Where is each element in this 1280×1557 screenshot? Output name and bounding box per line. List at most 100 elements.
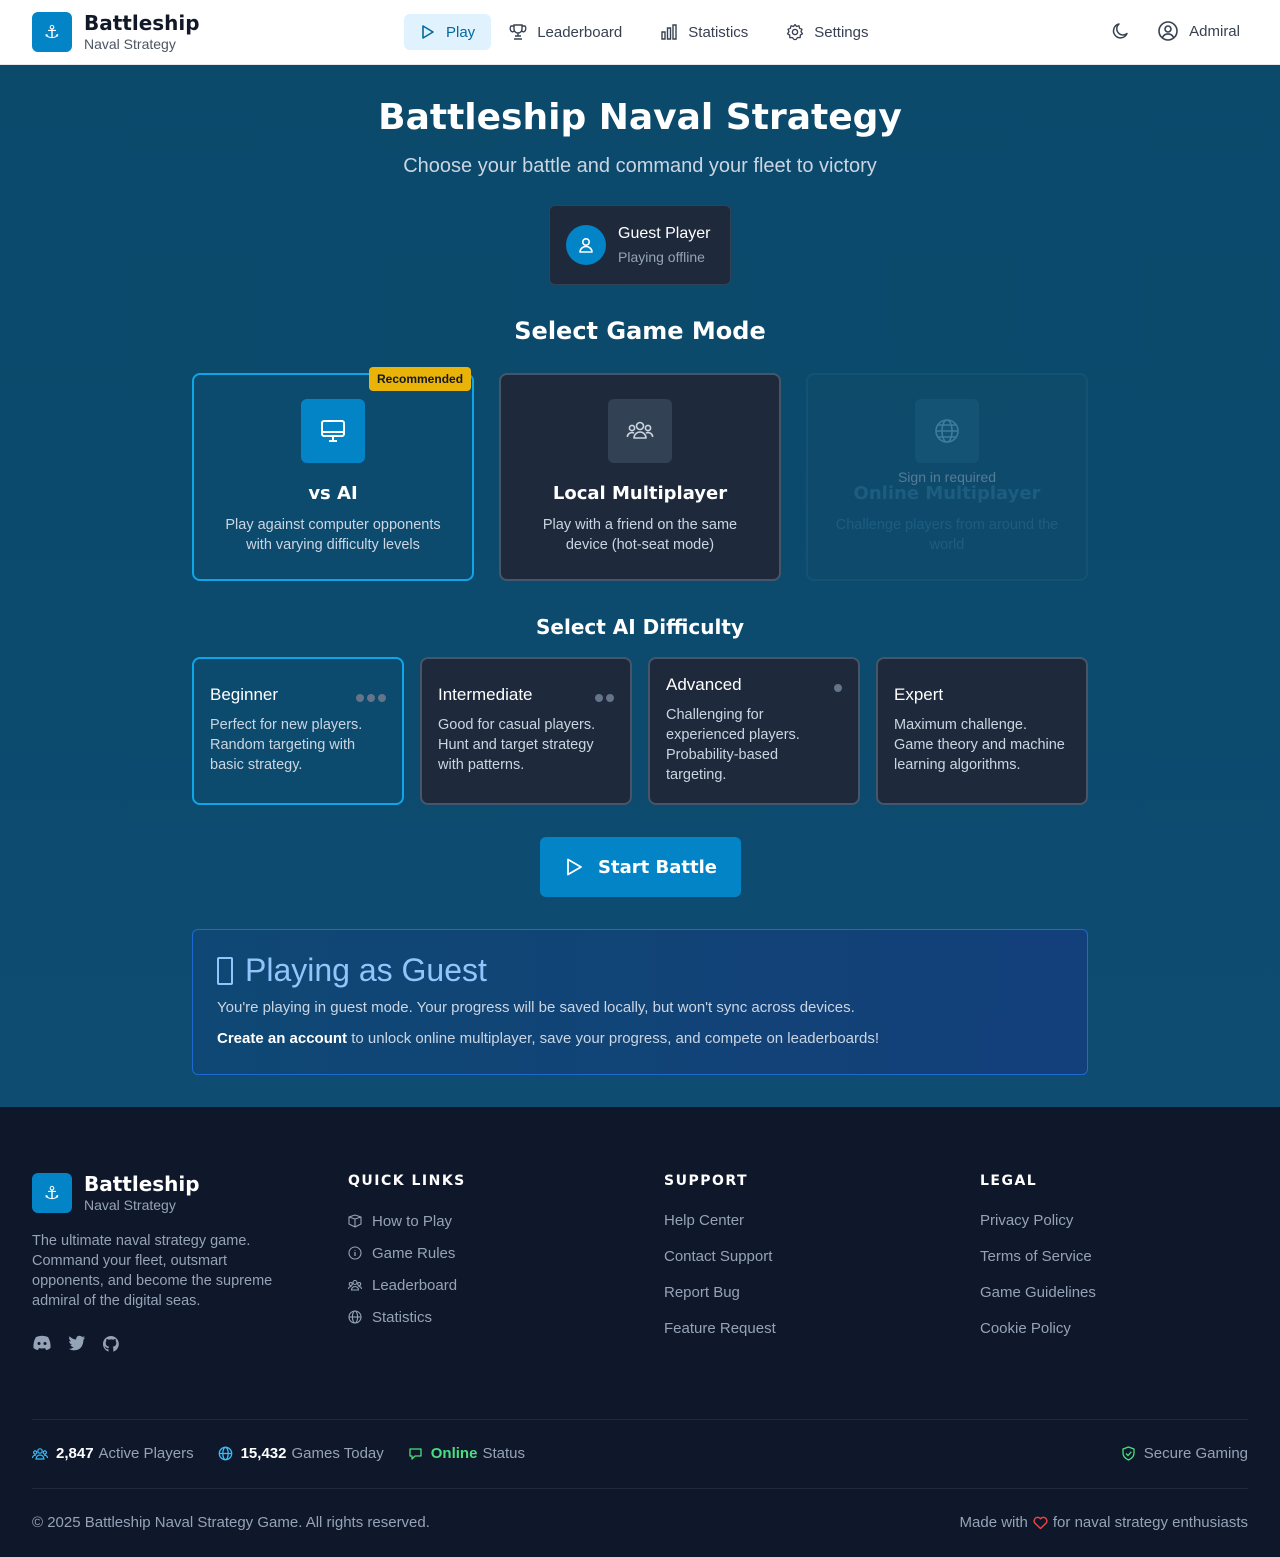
active-players-label: Active Players xyxy=(98,1445,194,1462)
nav-play-label: Play xyxy=(446,23,476,41)
nav-play[interactable]: Play xyxy=(404,14,492,50)
footer-brand-title: Battleship xyxy=(84,1172,200,1196)
support-column: SUPPORT Help Center Contact Support Repo… xyxy=(664,1173,776,1355)
difficulty-description: Challenging for experienced players. Pro… xyxy=(666,707,800,783)
shield-check-icon xyxy=(1122,1446,1135,1461)
mode-title: vs AI xyxy=(308,483,358,504)
footer-link-feature-request[interactable]: Feature Request xyxy=(664,1319,776,1339)
nav-leaderboard-label: Leaderboard xyxy=(537,23,623,41)
legal-heading: LEGAL xyxy=(980,1173,1038,1189)
info-glyph-icon xyxy=(217,956,233,985)
footer-link-leaderboard[interactable]: Leaderboard xyxy=(348,1275,466,1295)
start-battle-button[interactable]: Start Battle xyxy=(540,837,741,897)
quick-links-heading: QUICK LINKS xyxy=(348,1173,466,1189)
footer-brand[interactable]: ⚓ Battleship Naval Strategy xyxy=(32,1173,200,1213)
footer-link-statistics[interactable]: Statistics xyxy=(348,1307,466,1327)
footer-link-contact-support[interactable]: Contact Support xyxy=(664,1247,776,1267)
nav-statistics[interactable]: Statistics xyxy=(644,14,764,50)
footer-brand-subtitle: Naval Strategy xyxy=(84,1197,176,1213)
trophy-icon xyxy=(509,24,527,40)
mode-description: Challenge players from around the world xyxy=(835,517,1059,553)
online-status-label: Status xyxy=(482,1445,525,1462)
guest-info-title: Playing as Guest xyxy=(245,952,487,988)
difficulty-heading: Select AI Difficulty xyxy=(536,615,744,639)
brand[interactable]: ⚓ Battleship Naval Strategy xyxy=(32,12,200,52)
brand-title: Battleship xyxy=(84,11,200,35)
difficulty-dots xyxy=(831,684,842,692)
footer: ⚓ Battleship Naval Strategy The ultimate… xyxy=(0,1107,1280,1557)
footer-link-cookie-policy[interactable]: Cookie Policy xyxy=(980,1319,1096,1339)
difficulty-expert[interactable]: Expert Maximum challenge. Game theory an… xyxy=(876,657,1088,805)
support-heading: SUPPORT xyxy=(664,1173,749,1189)
nav-leaderboard[interactable]: Leaderboard xyxy=(497,14,638,50)
nav-settings-label: Settings xyxy=(814,23,869,41)
guest-info-cta-text: to unlock online multiplayer, save your … xyxy=(347,1030,880,1047)
footer-link-privacy-policy[interactable]: Privacy Policy xyxy=(980,1211,1096,1231)
made-with-love: Made with for naval strategy enthusiasts xyxy=(960,1514,1248,1531)
live-stats: 2,847 Active Players 15,432 Games Today … xyxy=(32,1445,549,1462)
online-status-stat: Online Status xyxy=(408,1445,525,1462)
top-navbar: ⚓ Battleship Naval Strategy Play Leaderb… xyxy=(0,0,1280,65)
book-icon xyxy=(348,1214,362,1228)
users-icon xyxy=(348,1279,362,1291)
footer-link-game-rules[interactable]: Game Rules xyxy=(348,1243,466,1263)
moon-icon[interactable] xyxy=(1111,21,1131,41)
mode-title: Online Multiplayer xyxy=(853,483,1041,504)
difficulty-name: Expert xyxy=(894,685,944,704)
gear-icon xyxy=(787,23,804,41)
heart-icon xyxy=(1033,1516,1048,1529)
github-icon[interactable] xyxy=(102,1335,120,1353)
made-with-prefix: Made with xyxy=(959,1514,1028,1531)
footer-link-label: How to Play xyxy=(372,1212,453,1230)
difficulty-description: Perfect for new players. Random targetin… xyxy=(210,717,363,773)
games-today-label: Games Today xyxy=(291,1445,384,1462)
start-battle-label: Start Battle xyxy=(598,856,717,878)
footer-link-terms-of-service[interactable]: Terms of Service xyxy=(980,1247,1096,1267)
guest-player-card: Guest Player Playing offline xyxy=(549,205,731,285)
footer-link-how-to-play[interactable]: How to Play xyxy=(348,1211,466,1231)
guest-name: Guest Player xyxy=(618,225,711,242)
games-today-stat: 15,432 Games Today xyxy=(218,1445,384,1462)
anchor-icon: ⚓ xyxy=(32,1173,72,1213)
nav-settings[interactable]: Settings xyxy=(770,14,884,50)
bar-chart-icon xyxy=(661,24,677,40)
active-players-count: 2,847 xyxy=(56,1445,94,1462)
guest-info-cta: Create an account to unlock online multi… xyxy=(217,1030,1063,1047)
users-icon xyxy=(32,1447,48,1460)
footer-divider xyxy=(32,1419,1248,1420)
difficulty-dots xyxy=(353,694,386,702)
footer-link-game-guidelines[interactable]: Game Guidelines xyxy=(980,1283,1096,1303)
globe-icon xyxy=(348,1310,362,1324)
difficulty-intermediate[interactable]: Intermediate Good for casual players. Hu… xyxy=(420,657,632,805)
game-mode-heading: Select Game Mode xyxy=(514,317,766,345)
footer-divider-2 xyxy=(32,1488,1248,1489)
mode-card-online-multiplayer: Sign in required Online Multiplayer Chal… xyxy=(806,373,1088,581)
create-account-link[interactable]: Create an account xyxy=(217,1030,347,1047)
user-label: Admiral xyxy=(1189,22,1240,40)
copyright: © 2025 Battleship Naval Strategy Game. A… xyxy=(32,1514,430,1531)
twitter-icon[interactable] xyxy=(68,1335,86,1353)
active-players-stat: 2,847 Active Players xyxy=(32,1445,194,1462)
difficulty-advanced[interactable]: Advanced Challenging for experienced pla… xyxy=(648,657,860,805)
difficulty-description: Good for casual players. Hunt and target… xyxy=(438,717,596,773)
difficulty-dots xyxy=(592,694,614,702)
difficulty-name: Intermediate xyxy=(438,685,533,704)
globe-icon xyxy=(218,1446,232,1461)
difficulty-name: Advanced xyxy=(666,675,742,694)
mode-card-vs-ai[interactable]: vs AI Play against computer opponents wi… xyxy=(192,373,474,581)
difficulty-beginner[interactable]: Beginner Perfect for new players. Random… xyxy=(192,657,404,805)
mode-card-local-multiplayer[interactable]: Local Multiplayer Play with a friend on … xyxy=(499,373,781,581)
footer-link-label: Game Rules xyxy=(372,1244,456,1262)
recommended-badge: Recommended xyxy=(369,367,472,391)
games-today-count: 15,432 xyxy=(240,1445,287,1462)
main-content: Battleship Naval Strategy Choose your ba… xyxy=(0,65,1280,1107)
discord-icon[interactable] xyxy=(32,1335,52,1353)
user-menu[interactable]: Admiral xyxy=(1157,20,1240,42)
info-icon xyxy=(348,1246,362,1260)
mode-description: Play against computer opponents with var… xyxy=(225,517,441,553)
brand-subtitle: Naval Strategy xyxy=(84,36,176,52)
footer-link-help-center[interactable]: Help Center xyxy=(664,1211,776,1231)
page-subtitle: Choose your battle and command your flee… xyxy=(403,155,877,177)
footer-link-report-bug[interactable]: Report Bug xyxy=(664,1283,776,1303)
nav-statistics-label: Statistics xyxy=(688,23,749,41)
